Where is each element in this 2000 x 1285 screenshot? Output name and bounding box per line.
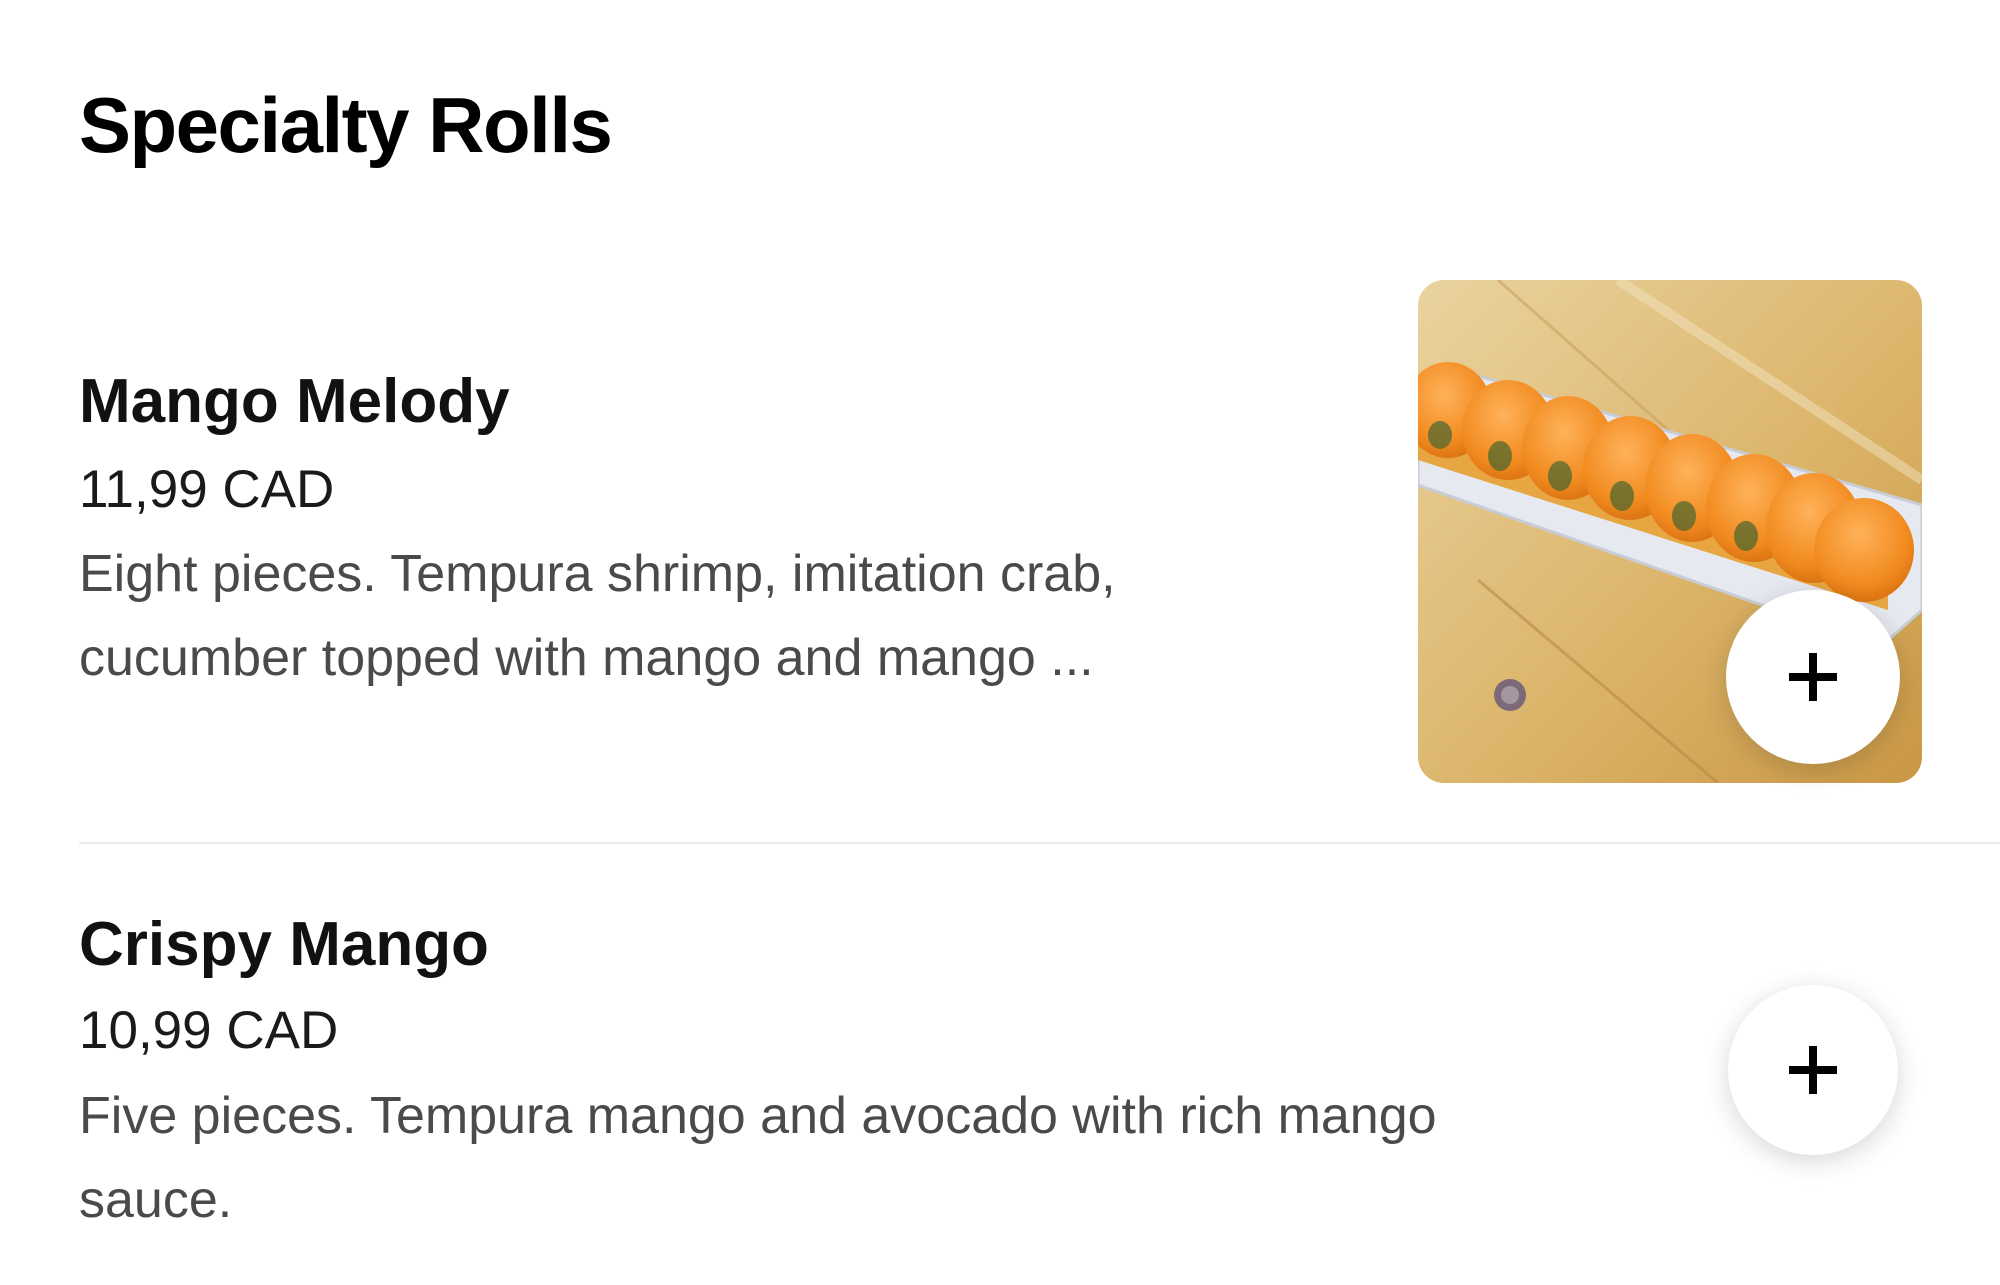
- item-price: 10,99 CAD: [79, 1001, 339, 1060]
- menu-item-crispy-mango[interactable]: Crispy Mango 10,99 CAD Five pieces. Temp…: [0, 844, 2000, 1285]
- plus-icon: [1789, 1046, 1837, 1094]
- item-price: 11,99 CAD: [79, 460, 335, 519]
- plus-icon: [1789, 653, 1837, 701]
- item-description-line-1: Eight pieces. Tempura shrimp, imitation …: [79, 545, 1116, 603]
- item-name: Crispy Mango: [79, 910, 489, 979]
- item-description-line-2: sauce.: [79, 1171, 233, 1229]
- add-to-cart-button[interactable]: [1726, 590, 1900, 764]
- item-name: Mango Melody: [79, 367, 510, 436]
- item-description-line-2: cucumber topped with mango and mango ...: [79, 629, 1094, 687]
- add-to-cart-button[interactable]: [1728, 985, 1898, 1155]
- menu-item-mango-melody[interactable]: Mango Melody 11,99 CAD Eight pieces. Tem…: [0, 0, 2000, 842]
- item-description-line-1: Five pieces. Tempura mango and avocado w…: [79, 1087, 1437, 1145]
